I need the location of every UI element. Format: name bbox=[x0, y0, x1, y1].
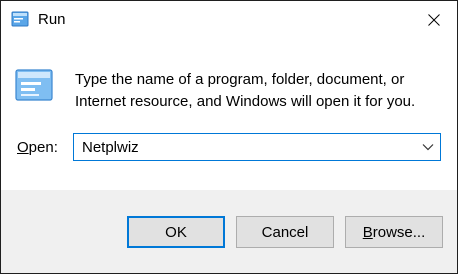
title-bar[interactable]: Run bbox=[1, 1, 457, 39]
chevron-down-icon[interactable] bbox=[422, 143, 434, 151]
run-program-icon bbox=[15, 69, 53, 101]
browse-label-rest: rowse... bbox=[372, 223, 426, 241]
open-label: Open: bbox=[17, 139, 58, 157]
run-dialog: Run Type the name of a program, folder, … bbox=[0, 0, 458, 274]
browse-button-label: Browse... bbox=[363, 224, 426, 241]
close-button[interactable] bbox=[411, 1, 457, 39]
open-input[interactable]: Netplwiz bbox=[82, 139, 139, 157]
window-title: Run bbox=[38, 11, 66, 28]
button-bar: OK Cancel Browse... bbox=[1, 190, 457, 273]
description-line-1: Type the name of a program, folder, docu… bbox=[75, 71, 405, 88]
browse-button[interactable]: Browse... bbox=[345, 216, 443, 248]
close-icon bbox=[428, 14, 440, 26]
ok-button-label: OK bbox=[165, 223, 187, 241]
description-line-2: Internet resource, and Windows will open… bbox=[75, 93, 416, 110]
ok-button[interactable]: OK bbox=[127, 216, 225, 248]
browse-accelerator: B bbox=[362, 223, 373, 241]
open-label-accelerator: O bbox=[17, 139, 29, 156]
dialog-content: Type the name of a program, folder, docu… bbox=[1, 39, 457, 190]
description-text: Type the name of a program, folder, docu… bbox=[75, 69, 445, 113]
open-combobox[interactable]: Netplwiz bbox=[73, 133, 441, 161]
open-label-rest: pen: bbox=[28, 139, 58, 156]
cancel-button[interactable]: Cancel bbox=[236, 216, 334, 248]
run-icon bbox=[11, 11, 29, 27]
cancel-button-label: Cancel bbox=[261, 223, 309, 241]
